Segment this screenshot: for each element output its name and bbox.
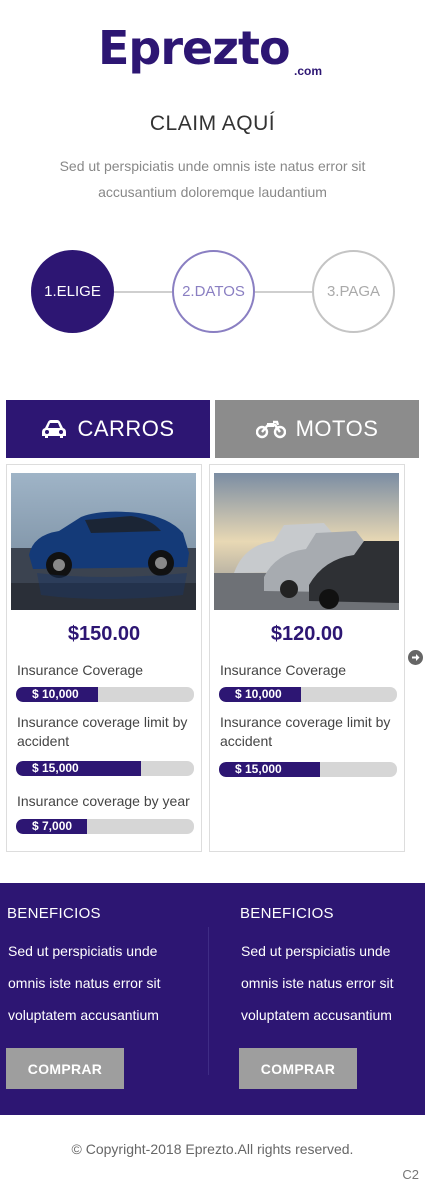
benefit-title: BENEFICIOS [240, 905, 334, 922]
coverage-bar-fill: $ 15,000 [16, 761, 141, 776]
tab-motos-label: MOTOS [295, 416, 379, 441]
motorcycle-icon [255, 419, 286, 439]
feature-label: Insurance coverage by year [17, 793, 190, 809]
step-progress: 1.ELIGE 2.DATOS 3.PAGA [0, 250, 425, 334]
coverage-bar: $ 15,000 [219, 762, 397, 777]
coverage-bar-fill: $ 10,000 [16, 687, 98, 702]
feature-label: Insurance coverage limit by accident [17, 714, 188, 749]
tab-carros[interactable]: CARROS [6, 400, 210, 458]
carousel-next-button[interactable] [408, 650, 423, 665]
feature-label: Insurance Coverage [17, 662, 144, 678]
page-description: Sed ut perspiciatis unde omnis iste natu… [59, 158, 366, 200]
coverage-bar: $ 7,000 [16, 819, 194, 834]
coverage-bar-fill: $ 10,000 [219, 687, 301, 702]
card-price: $120.00 [270, 623, 344, 645]
step-connector [114, 291, 172, 293]
insurance-card[interactable]: $120.00 Insurance Coverage $ 10,000 Insu… [209, 464, 405, 852]
coverage-bar: $ 15,000 [16, 761, 194, 776]
benefits-section: BENEFICIOS Sed ut perspiciatis unde omni… [0, 883, 425, 1115]
benefit-title: BENEFICIOS [7, 905, 101, 922]
feature-label: Insurance Coverage [220, 662, 347, 678]
coverage-bar: $ 10,000 [219, 687, 397, 702]
step-elige[interactable]: 1.ELIGE [31, 250, 114, 333]
feature-label: Insurance coverage limit by accident [220, 714, 391, 749]
copyright-text: © Copyright-2018 Eprezto.All rights rese… [71, 1141, 354, 1157]
step-paga[interactable]: 3.PAGA [312, 250, 395, 333]
card-price: $150.00 [67, 623, 141, 645]
coverage-bar-fill: $ 15,000 [219, 762, 321, 777]
car-icon [41, 419, 67, 439]
benefit-text: Sed ut perspiciatis unde omnis iste natu… [8, 943, 161, 1023]
blue-suv-photo [11, 473, 196, 610]
corner-tag: C2 [402, 1167, 419, 1182]
page-title: CLAIM AQUÍ [149, 112, 276, 135]
coverage-bar-fill: $ 7,000 [16, 819, 88, 834]
logo-wordmark: Eprezto [98, 21, 291, 75]
logo-domain-suffix: .com [293, 64, 322, 78]
benefit-text: Sed ut perspiciatis unde omnis iste natu… [241, 943, 394, 1023]
comprar-button[interactable]: COMPRAR [6, 1048, 124, 1089]
benefits-divider [208, 927, 209, 1075]
tab-carros-label: CARROS [77, 416, 175, 441]
coverage-bar: $ 10,000 [16, 687, 194, 702]
tab-motos[interactable]: MOTOS [215, 400, 419, 458]
step-datos[interactable]: 2.DATOS [172, 250, 255, 333]
step-connector [255, 291, 312, 293]
insurance-card[interactable]: $150.00 Insurance Coverage $ 10,000 Insu… [6, 464, 202, 852]
parked-cars-photo [214, 473, 399, 610]
comprar-button[interactable]: COMPRAR [239, 1048, 357, 1089]
arrow-right-icon [412, 654, 420, 661]
eprezto-logo[interactable]: Eprezto .com [98, 18, 330, 80]
